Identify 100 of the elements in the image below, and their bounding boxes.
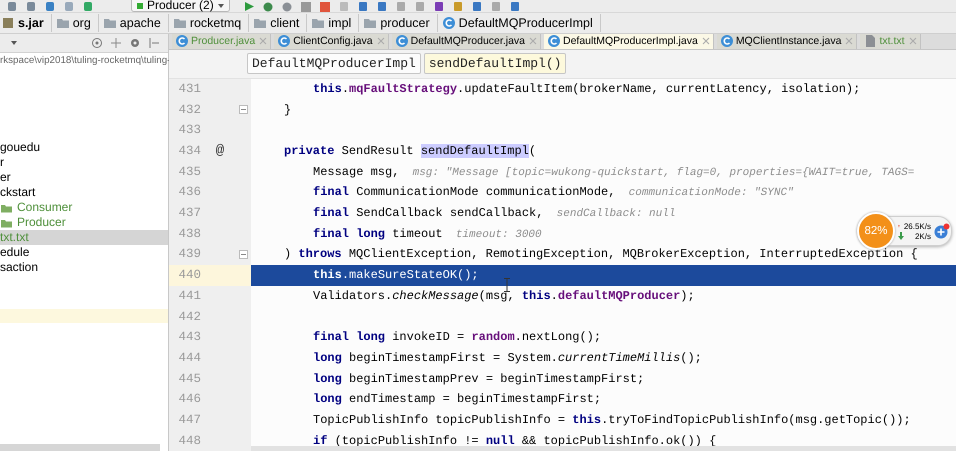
toolbar-icon xyxy=(82,0,94,12)
code-line: long endTimestamp = beginTimestampFirst; xyxy=(313,392,602,406)
editor-tab[interactable]: ClientConfig.java xyxy=(274,34,389,49)
breadcrumb-item[interactable]: s.jar xyxy=(0,14,52,32)
fold-icon[interactable] xyxy=(239,105,248,114)
tree-item[interactable]: er xyxy=(0,170,168,185)
line-number: 434 xyxy=(177,144,201,158)
folder-icon xyxy=(363,16,378,30)
code-line: } xyxy=(284,102,292,117)
line-number: 436 xyxy=(177,185,201,200)
settings-icon xyxy=(129,37,141,49)
tree-item[interactable]: ckstart xyxy=(0,185,168,200)
toolbar-icon xyxy=(508,0,521,12)
toolbar-icon xyxy=(432,0,445,12)
code-line: final CommunicationMode communicationMode, communicationMode: "SYNC" xyxy=(313,185,794,200)
class-icon xyxy=(394,34,409,48)
code-line: private SendResult sendDefaultImpl( xyxy=(284,144,536,158)
debug-icon xyxy=(262,0,274,12)
upload-speed: 26.5K/s xyxy=(904,222,931,230)
code-line: final long timeout timeout: 3000 xyxy=(313,226,542,241)
line-number: 443 xyxy=(177,330,201,344)
toolbar-icon xyxy=(25,0,37,12)
breadcrumb-item[interactable]: impl xyxy=(307,14,360,32)
stop-icon xyxy=(318,0,331,12)
tree-item[interactable]: saction xyxy=(0,260,168,275)
code-line: this.mqFaultStrategy.updateFaultItem(brokerName, currentLatency, isolation); xyxy=(313,82,860,96)
tree-item[interactable]: gouedu xyxy=(0,140,168,155)
tree-item[interactable]: edule xyxy=(0,245,168,260)
tree-item[interactable]: Producer xyxy=(0,215,168,230)
code-line: long beginTimestampFirst = System.currentTimeMillis(); xyxy=(313,350,702,365)
annotation-marker[interactable]: @ xyxy=(216,143,224,160)
jar-icon xyxy=(1,16,15,30)
download-speed: 2K/s xyxy=(914,232,931,240)
toolbar-icon xyxy=(63,0,75,12)
toolbar-icon xyxy=(376,0,388,12)
down-arrow-icon xyxy=(898,232,904,240)
breadcrumb-item[interactable]: rocketmq xyxy=(168,14,250,32)
caret-icon xyxy=(10,39,18,47)
folder-icon xyxy=(102,16,117,30)
line-number: 440 xyxy=(177,268,201,282)
toolbar-icon xyxy=(452,0,464,12)
line-number: 439 xyxy=(177,247,201,262)
fold-icon[interactable] xyxy=(239,250,248,259)
line-number: 442 xyxy=(177,310,201,324)
editor-tab[interactable]: MQClientInstance.java xyxy=(716,34,858,49)
code-line: this.makeSureStateOK(); xyxy=(313,268,479,282)
toolbar-icon xyxy=(356,0,369,12)
class-icon xyxy=(720,34,734,48)
run-configuration-dropdown[interactable]: Producer (2) xyxy=(131,0,230,12)
toolbar-icon xyxy=(414,0,426,12)
scrollbar[interactable] xyxy=(0,444,160,451)
code-line: ) throws MQClientException, RemotingException, MQBrokerException, InterruptedException { xyxy=(284,247,918,262)
close-icon xyxy=(908,37,917,46)
code-line: final SendCallback sendCallback, sendCallback: null xyxy=(313,206,676,220)
line-number: 431 xyxy=(177,82,201,96)
close-icon xyxy=(702,37,710,46)
tree-item[interactable]: Consumer xyxy=(0,200,168,215)
line-number: 438 xyxy=(177,226,201,241)
line-number: 433 xyxy=(177,123,201,138)
line-number: 445 xyxy=(177,372,201,386)
code-line: TopicPublishInfo topicPublishInfo = this.tryToFindTopicPublishInfo(msg.getTopic()); xyxy=(313,412,911,427)
line-number: 444 xyxy=(177,350,201,365)
folder-icon xyxy=(172,16,187,30)
line-number: 441 xyxy=(177,288,201,303)
folder-icon xyxy=(311,16,326,30)
editor-tab[interactable]: DefaultMQProducer.java xyxy=(392,34,541,49)
toolbar-icon xyxy=(470,0,483,12)
class-icon xyxy=(442,16,456,30)
code-line: Validators.checkMessage(msg, this.defaultMQProducer); xyxy=(313,288,695,303)
breadcrumb-item[interactable]: apache xyxy=(98,14,169,32)
class-icon xyxy=(277,34,292,48)
editor-tab[interactable]: DefaultMQProducerImpl.java xyxy=(544,34,714,49)
target-icon xyxy=(91,37,103,49)
line-number: 437 xyxy=(177,206,201,220)
line-number: 446 xyxy=(177,392,201,406)
code-line: final long invokeID = random.nextLong(); xyxy=(313,330,602,344)
breadcrumb-item[interactable]: DefaultMQProducerImpl xyxy=(438,14,601,32)
toolbar-icon xyxy=(44,0,56,12)
scrollbar[interactable] xyxy=(251,446,956,451)
line-number: 435 xyxy=(177,164,201,179)
project-path: rkspace\vip2018\tuling-rocketmq\tuling- xyxy=(0,54,168,68)
method-breadcrumb[interactable]: DefaultMQProducerImpl xyxy=(247,53,421,74)
close-icon xyxy=(529,37,537,46)
toolbar-icon xyxy=(6,0,18,12)
method-breadcrumb[interactable]: sendDefaultImpl() xyxy=(424,53,566,74)
breadcrumb-item[interactable]: producer xyxy=(359,14,438,32)
breadcrumb-item[interactable]: org xyxy=(52,14,99,32)
line-number: 447 xyxy=(177,412,201,427)
class-icon xyxy=(547,34,561,48)
java-icon xyxy=(136,0,144,10)
expand-icon xyxy=(110,37,122,49)
profiler-icon xyxy=(300,0,312,12)
close-icon xyxy=(259,37,268,46)
class-icon xyxy=(175,34,189,48)
close-icon xyxy=(376,37,385,46)
folder-icon xyxy=(56,16,70,30)
toolbar-icon xyxy=(338,0,350,12)
text-cursor-icon xyxy=(504,278,510,292)
tree-item[interactable]: r xyxy=(0,155,168,170)
breadcrumb-item[interactable]: client xyxy=(249,14,308,32)
